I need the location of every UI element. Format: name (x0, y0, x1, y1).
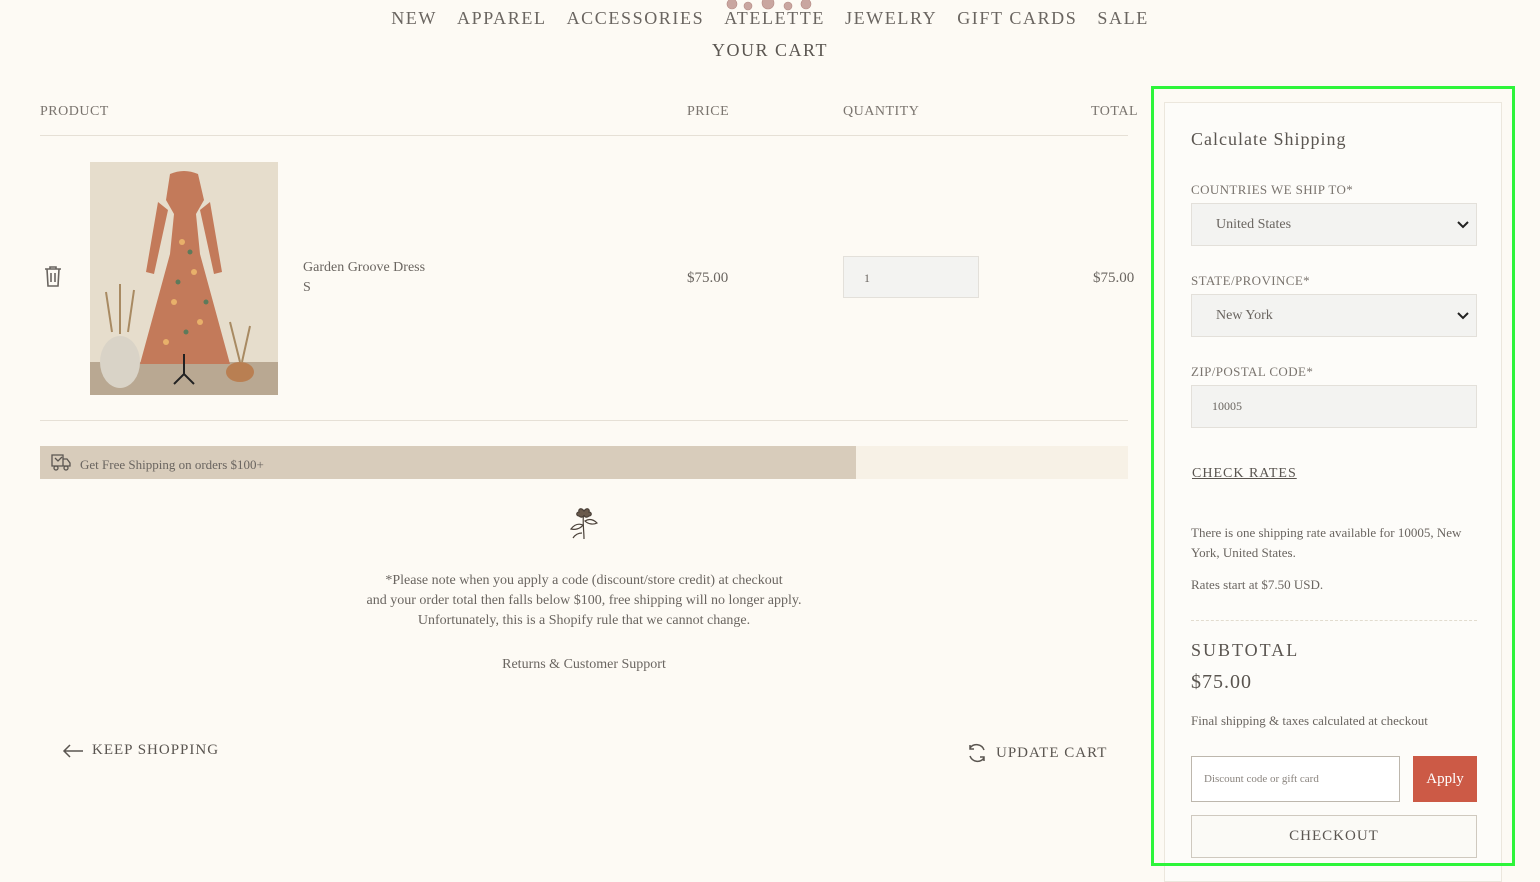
refresh-icon (969, 744, 985, 762)
nav-item-atelette[interactable]: ATELETTE (724, 8, 825, 29)
apply-button[interactable]: Apply (1413, 756, 1477, 802)
zip-input[interactable]: 10005 (1191, 385, 1477, 428)
product-price: $75.00 (687, 270, 729, 286)
country-value: United States (1216, 216, 1292, 232)
note-line-2: and your order total then falls below $1… (366, 593, 802, 608)
country-select[interactable]: United States (1191, 203, 1477, 246)
nav-item-jewelry[interactable]: JEWELRY (845, 8, 937, 29)
nav-item-accessories[interactable]: ACCESSORIES (567, 8, 705, 29)
product-image[interactable] (90, 162, 278, 395)
header-price: PRICE (687, 104, 730, 119)
rate-start-text: Rates start at $7.50 USD. (1191, 577, 1324, 592)
main-nav: NEW APPAREL ACCESSORIES ATELETTE JEWELRY… (0, 8, 1540, 29)
flower-ornament-icon (569, 508, 599, 540)
state-value: New York (1216, 307, 1273, 323)
discount-input[interactable]: Discount code or gift card (1191, 756, 1400, 802)
update-cart-label: UPDATE CART (996, 744, 1108, 761)
arrow-left-icon (62, 743, 83, 758)
checkout-note: *Please note when you apply a code (disc… (300, 571, 868, 631)
final-shipping-note: Final shipping & taxes calculated at che… (1191, 713, 1428, 728)
header-quantity: QUANTITY (843, 104, 920, 119)
note-line-3: Unfortunately, this is a Shopify rule th… (417, 613, 751, 628)
returns-link[interactable]: Returns & Customer Support (300, 657, 868, 673)
header-total: TOTAL (1091, 104, 1139, 119)
row-divider (40, 420, 1128, 421)
note-line-1: *Please note when you apply a code (disc… (385, 573, 783, 588)
header-divider (40, 135, 1128, 136)
update-cart-button[interactable]: UPDATE CART (966, 742, 1107, 764)
chevron-down-icon (1457, 312, 1469, 320)
dress-image-icon (90, 162, 278, 395)
quantity-input[interactable]: 1 (843, 256, 979, 298)
nav-item-new[interactable]: NEW (391, 8, 437, 29)
calculate-shipping-title: Calculate Shipping (1191, 129, 1347, 149)
header-product: PRODUCT (40, 104, 109, 119)
state-label: STATE/PROVINCE* (1191, 273, 1311, 288)
nav-item-gift-cards[interactable]: GIFT CARDS (957, 8, 1077, 29)
state-select[interactable]: New York (1191, 294, 1477, 337)
nav-item-sale[interactable]: SALE (1097, 8, 1148, 29)
check-rates-link[interactable]: CHECK RATES (1192, 466, 1297, 482)
trash-icon[interactable] (42, 264, 64, 288)
shipping-rate-text: There is one shipping rate available for… (1191, 525, 1462, 560)
zip-label: ZIP/POSTAL CODE* (1191, 364, 1314, 379)
summary-divider (1191, 620, 1477, 621)
shipping-truck-icon (51, 454, 71, 471)
nav-item-apparel[interactable]: APPAREL (457, 8, 547, 29)
product-name[interactable]: Garden Groove Dress (303, 260, 425, 276)
product-total: $75.00 (1093, 270, 1135, 286)
keep-shopping-button[interactable]: KEEP SHOPPING (62, 742, 219, 759)
checkout-button[interactable]: CHECKOUT (1191, 815, 1477, 858)
product-variant: S (303, 280, 311, 295)
subtotal-label: SUBTOTAL (1191, 640, 1300, 660)
subtotal-value: $75.00 (1191, 671, 1252, 693)
keep-shopping-label: KEEP SHOPPING (92, 742, 220, 758)
chevron-down-icon (1457, 221, 1469, 229)
country-label: COUNTRIES WE SHIP TO* (1191, 182, 1354, 197)
free-shipping-text: Get Free Shipping on orders $100+ (80, 457, 264, 472)
page-title: YOUR CART (712, 40, 828, 60)
